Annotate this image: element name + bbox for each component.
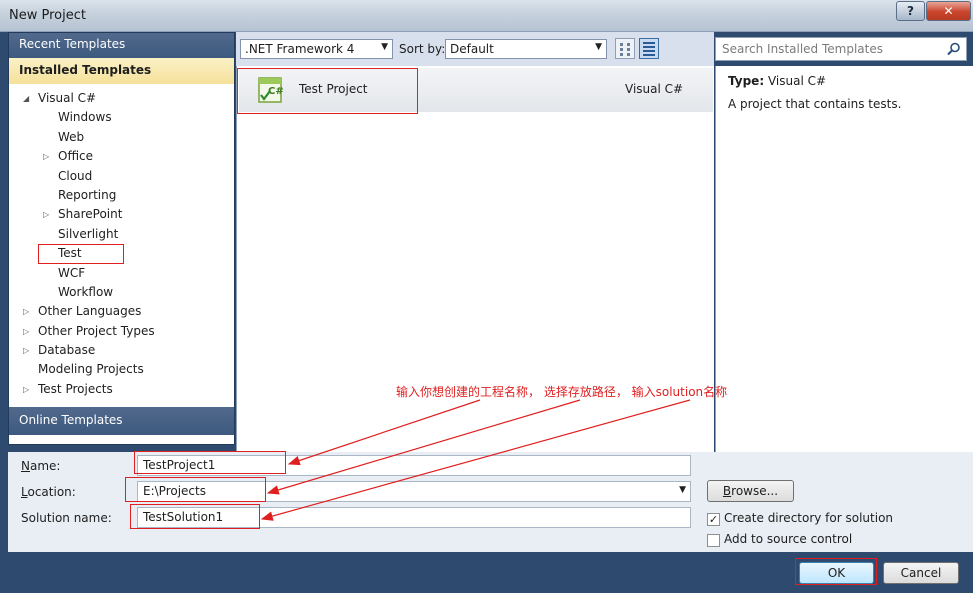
tree-collapsed-icon[interactable]: ▷	[43, 205, 49, 224]
tree-item[interactable]: ◢ Visual C#	[9, 89, 234, 108]
source-control-checkbox[interactable]	[707, 534, 720, 547]
search-input[interactable]: Search Installed Templates	[715, 37, 967, 61]
installed-templates-header[interactable]: Installed Templates	[9, 58, 234, 84]
framework-select-value: .NET Framework 4	[245, 42, 355, 56]
tree-item[interactable]: ▷ SharePoint	[9, 205, 234, 224]
sortby-select[interactable]: Default ▼	[445, 39, 607, 59]
search-placeholder: Search Installed Templates	[722, 42, 883, 56]
tree-collapsed-icon[interactable]: ▷	[23, 302, 29, 321]
type-value: Visual C#	[767, 74, 827, 88]
tree-item-label: WCF	[58, 265, 86, 280]
browse-button[interactable]: Browse...	[707, 480, 794, 502]
tree-expanded-icon[interactable]: ◢	[23, 89, 29, 108]
browse-label: rowse...	[731, 484, 779, 498]
tree-item-label: Web	[58, 129, 85, 144]
tree-item-label: Other Project Types	[38, 323, 155, 338]
title-bar: New Project ? ✕	[0, 0, 973, 32]
create-directory-label: Create directory for solution	[724, 511, 894, 525]
tree-item[interactable]: Windows	[9, 108, 234, 127]
tree-item-label: Reporting	[58, 187, 117, 202]
grid-view-icon	[620, 43, 630, 56]
small-icons-view-button[interactable]	[615, 38, 635, 59]
tree-collapsed-icon[interactable]: ▷	[23, 380, 29, 399]
template-toolbar: .NET Framework 4 ▼ Sort by: Default ▼	[236, 32, 714, 66]
tree-item[interactable]: WCF	[9, 264, 234, 283]
list-view-button[interactable]	[639, 38, 659, 59]
tree-item[interactable]: ▷ Other Languages	[9, 302, 234, 321]
tree-item-label: Test Projects	[38, 381, 113, 396]
tree-item-label: Cloud	[58, 168, 93, 183]
window-title: New Project	[9, 8, 86, 23]
highlight-test-category	[38, 244, 124, 264]
sortby-label: Sort by:	[399, 42, 446, 56]
solution-name-label: Solution name:	[21, 511, 112, 525]
framework-select[interactable]: .NET Framework 4 ▼	[240, 39, 393, 59]
template-language: Visual C#	[625, 82, 684, 96]
tree-item[interactable]: Modeling Projects	[9, 360, 234, 379]
tree-item[interactable]: ▷ Office	[9, 147, 234, 166]
location-label-text: ocation:	[27, 485, 76, 499]
create-directory-checkbox[interactable]: ✓	[707, 513, 720, 526]
help-button[interactable]: ?	[896, 1, 925, 21]
annotation-text: 输入你想创建的工程名称， 选择存放路径， 输入solution名称	[396, 385, 728, 399]
tree-item[interactable]: ▷ Test Projects	[9, 380, 234, 399]
recent-templates-header[interactable]: Recent Templates	[9, 33, 234, 58]
highlight-location-field	[125, 477, 266, 502]
tree-item-label: Workflow	[58, 284, 114, 299]
sortby-select-value: Default	[450, 42, 494, 56]
template-details: Type: Visual C# A project that contains …	[715, 66, 973, 452]
name-label-text: ame:	[29, 459, 61, 473]
highlight-name-field	[134, 451, 286, 474]
tree-item[interactable]: ▷ Other Project Types	[9, 322, 234, 341]
tree-item-label: Windows	[58, 110, 112, 125]
tree-item-label: Database	[38, 343, 96, 358]
tree-item-label: Other Languages	[38, 304, 142, 319]
tree-item-label: SharePoint	[58, 207, 123, 222]
cancel-button[interactable]: Cancel	[883, 562, 959, 584]
tree-item-label: Modeling Projects	[38, 362, 144, 377]
tree-item[interactable]: Cloud	[9, 167, 234, 186]
online-templates-header[interactable]: Online Templates	[9, 407, 234, 435]
tree-item-label: Silverlight	[58, 226, 119, 241]
tree-item[interactable]: Workflow	[9, 283, 234, 302]
tree-collapsed-icon[interactable]: ▷	[43, 147, 49, 166]
highlight-solution-field	[130, 504, 260, 529]
list-view-icon	[643, 42, 655, 56]
tree-item[interactable]: Web	[9, 128, 234, 147]
tree-item-label: Office	[58, 149, 94, 164]
location-label: Location:	[21, 485, 76, 499]
name-label: Name:	[21, 459, 61, 473]
chevron-down-icon: ▼	[381, 42, 388, 52]
tree-item-label: Visual C#	[38, 91, 97, 105]
tree-collapsed-icon[interactable]: ▷	[23, 341, 29, 360]
template-type: Type: Visual C#	[728, 74, 961, 88]
tree-collapsed-icon[interactable]: ▷	[23, 322, 29, 341]
highlight-template	[237, 68, 418, 114]
chevron-down-icon: ▼	[595, 42, 602, 52]
template-navigation: Recent Templates Installed Templates ◢ Vi…	[8, 32, 235, 445]
template-description: A project that contains tests.	[728, 97, 902, 111]
tree-item[interactable]: Reporting	[9, 186, 234, 205]
chevron-down-icon: ▼	[679, 485, 686, 495]
tree-item[interactable]: Silverlight	[9, 225, 234, 244]
type-label: Type:	[728, 74, 765, 88]
tree-item[interactable]: ▷ Database	[9, 341, 234, 360]
close-button[interactable]: ✕	[926, 1, 971, 21]
highlight-ok-button	[795, 558, 877, 585]
source-control-label: Add to source control	[724, 532, 853, 546]
search-icon[interactable]	[947, 42, 961, 56]
